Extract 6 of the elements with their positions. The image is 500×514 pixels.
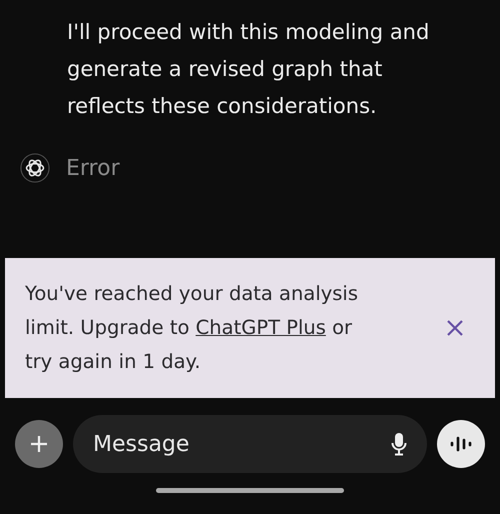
limit-message: You've reached your data analysis limit. Upgrade to ChatGPT Plus or try again in 1 day. (25, 281, 360, 375)
upgrade-link[interactable]: ChatGPT Plus (196, 316, 326, 339)
assistant-message: I'll proceed with this modeling and generate a revised graph that reflects these considerations. (67, 19, 430, 120)
message-field[interactable]: Message (93, 432, 391, 456)
message-bar[interactable]: Message (73, 415, 427, 473)
error-text: Error (66, 156, 120, 180)
